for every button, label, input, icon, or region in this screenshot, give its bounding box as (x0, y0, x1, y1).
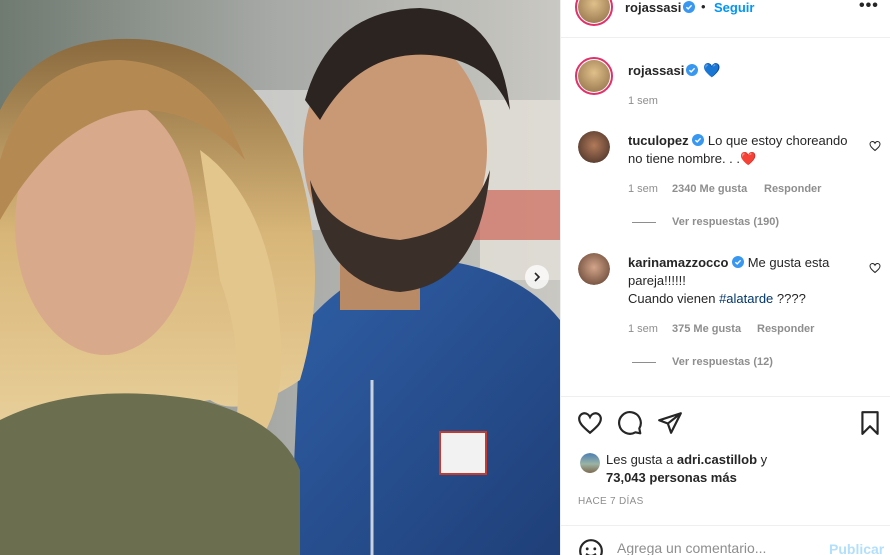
add-comment-bar: Publicar (561, 525, 890, 555)
comment-input[interactable] (617, 540, 817, 555)
post-header: rojassasi • Seguir ••• (561, 0, 890, 38)
comment-body-line2: Cuando vienen (628, 291, 720, 306)
verified-badge-icon (692, 134, 705, 146)
comment-body-end: ???? (773, 291, 806, 306)
reply-button[interactable]: Responder (757, 323, 814, 335)
reply-button[interactable]: Responder (764, 183, 821, 195)
caption-text: 💙 (703, 62, 721, 78)
comment-like-heart-icon[interactable] (869, 262, 881, 274)
comment-like-heart-icon[interactable] (869, 140, 881, 152)
follow-button[interactable]: Seguir (714, 0, 754, 15)
comment-username[interactable]: karinamazzocco (628, 255, 728, 270)
next-photo-button[interactable] (525, 265, 549, 289)
verified-badge-icon (686, 64, 698, 76)
heart-icon[interactable] (577, 410, 603, 436)
view-replies-button[interactable]: Ver respuestas (12) (632, 356, 773, 368)
instagram-post-modal: rojassasi • Seguir ••• rojassasi 💙 1 sem… (0, 0, 890, 555)
replies-line (632, 361, 656, 363)
view-replies-button[interactable]: Ver respuestas (190) (632, 216, 779, 228)
caption-time[interactable]: 1 sem (628, 95, 658, 107)
comment-bubble-icon[interactable] (617, 410, 643, 436)
post-time-ago[interactable]: HACE 7 DÍAS (578, 496, 644, 507)
comment-likes[interactable]: 2340 Me gusta (672, 183, 747, 195)
comment-avatar[interactable] (578, 131, 610, 163)
comment-username[interactable]: tuculopez (628, 133, 689, 148)
caption-username[interactable]: rojassasi (628, 63, 684, 78)
author-username[interactable]: rojassasi (625, 0, 681, 15)
post-actions-bar (561, 396, 890, 448)
comment-time[interactable]: 1 sem (628, 183, 658, 195)
post-photo-image (0, 0, 560, 555)
comment-text: tuculopez Lo que estoy choreando no tien… (628, 132, 858, 168)
caption-author-avatar[interactable] (575, 57, 613, 95)
comment-time[interactable]: 1 sem (628, 323, 658, 335)
post-side-panel: rojassasi • Seguir ••• rojassasi 💙 1 sem… (560, 0, 890, 555)
publish-button[interactable]: Publicar (829, 541, 884, 555)
author-avatar[interactable] (575, 0, 613, 26)
heart-emoji: ❤️ (740, 151, 757, 166)
likes-summary: Les gusta a adri.castillob y 73,043 pers… (606, 452, 768, 485)
header-separator: • (701, 0, 706, 14)
smiley-icon[interactable] (578, 538, 604, 555)
comment-likes[interactable]: 375 Me gusta (672, 323, 741, 335)
verified-badge-icon (683, 1, 695, 13)
hashtag-link[interactable]: #alatarde (719, 291, 773, 306)
liker-username[interactable]: adri.castillob (677, 452, 757, 467)
comment-avatar[interactable] (578, 253, 610, 285)
bookmark-icon[interactable] (857, 410, 883, 436)
liker-avatar[interactable] (580, 453, 600, 473)
chevron-right-icon (534, 272, 541, 282)
comment-text: karinamazzocco Me gusta esta pareja!!!!!… (628, 254, 858, 308)
post-photo[interactable] (0, 0, 560, 555)
likes-count-link[interactable]: 73,043 personas más (606, 470, 737, 485)
verified-badge-icon (732, 256, 745, 268)
replies-line (632, 221, 656, 223)
more-options-button[interactable]: ••• (859, 0, 879, 15)
paper-plane-icon[interactable] (657, 410, 683, 436)
